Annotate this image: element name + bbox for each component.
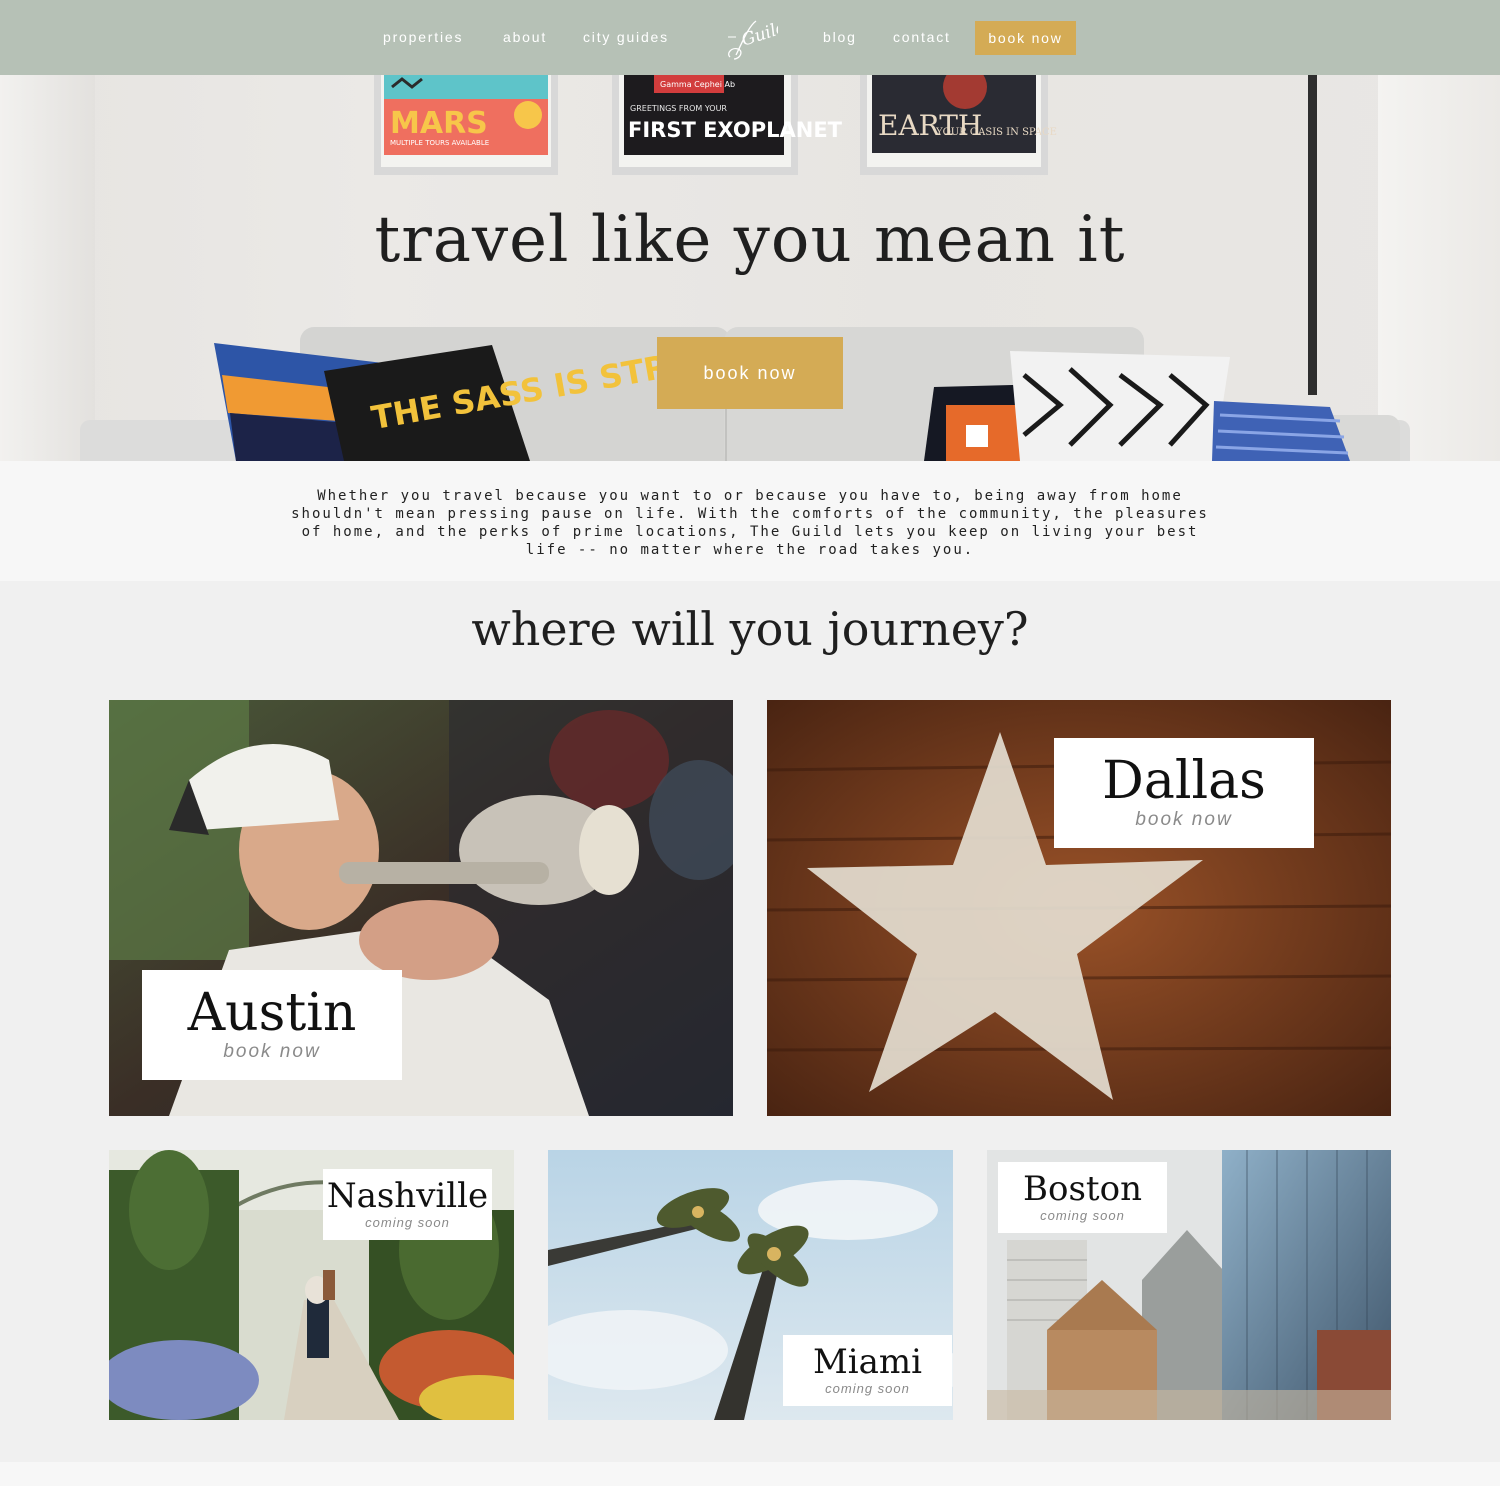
poster-exoplanet-title: FIRST EXOPLANET [628,118,843,142]
nashville-city-name: Nashville [326,1176,489,1216]
nashville-coming-soon: coming soon [365,1215,450,1230]
dallas-book-now[interactable]: book now [1135,809,1232,831]
top-nav: properties about city guides Guild blog … [0,0,1500,75]
footer-strip [0,1462,1500,1486]
poster-earth-subtitle: YOUR OASIS IN SPACE [935,127,1057,138]
boston-city-name: Boston [1023,1169,1142,1209]
nav-link-about[interactable]: about [503,29,547,45]
logo-wordmark: Guild [739,17,778,50]
boston-coming-soon: coming soon [1040,1208,1125,1223]
austin-book-now[interactable]: book now [223,1041,320,1063]
journey-title: where will you journey? [471,602,1029,656]
nashville-label[interactable]: Nashville coming soon [323,1169,492,1240]
city-card-miami[interactable]: Miami coming soon [548,1150,953,1420]
guild-logo-mark: Guild [728,17,789,60]
hero-book-now-button[interactable]: book now [657,337,843,409]
miami-label[interactable]: Miami coming soon [783,1335,952,1406]
nav-link-contact[interactable]: contact [893,29,951,45]
dallas-city-name: Dallas [1102,751,1266,811]
city-card-dallas[interactable]: Dallas book now [767,700,1391,1116]
nav-book-now-button[interactable]: book now [975,21,1076,55]
city-card-nashville[interactable]: Nashville coming soon [109,1150,514,1420]
poster-earth: EARTH YOUR OASIS IN SPACE [860,75,1057,175]
poster-exoplanet: Gamma Cephei Ab GREETINGS FROM YOUR FIRS… [612,75,843,175]
hero-section: MARS MULTIPLE TOURS AVAILABLE Gamma Ceph… [0,75,1500,461]
guild-logo[interactable]: Guild [722,13,789,63]
poster-mars-title: MARS [390,106,488,141]
boston-label[interactable]: Boston coming soon [998,1162,1167,1233]
miami-city-name: Miami [812,1342,923,1382]
poster-mars: MARS MULTIPLE TOURS AVAILABLE [374,75,558,175]
pillow-geometric [1010,351,1230,461]
poster-exoplanet-top: Gamma Cephei Ab [660,80,735,89]
intro-text: Whether you travel because you want to o… [291,488,1209,558]
intro-section: Whether you travel because you want to o… [0,461,1500,581]
nav-link-blog[interactable]: blog [823,29,857,45]
nav-link-properties[interactable]: properties [383,29,463,45]
dallas-label[interactable]: Dallas book now [1054,738,1314,848]
poster-exoplanet-subtitle: GREETINGS FROM YOUR [630,104,727,113]
hero-headline: travel like you mean it [374,203,1126,277]
austin-city-name: Austin [187,983,357,1043]
austin-label[interactable]: Austin book now [142,970,402,1080]
miami-coming-soon: coming soon [825,1381,910,1396]
city-card-austin[interactable]: Austin book now [109,700,733,1116]
nav-link-city-guides[interactable]: city guides [583,29,669,45]
throw-blanket [1212,401,1350,461]
city-card-boston[interactable]: Boston coming soon [987,1150,1391,1420]
poster-mars-subtitle: MULTIPLE TOURS AVAILABLE [390,139,489,147]
